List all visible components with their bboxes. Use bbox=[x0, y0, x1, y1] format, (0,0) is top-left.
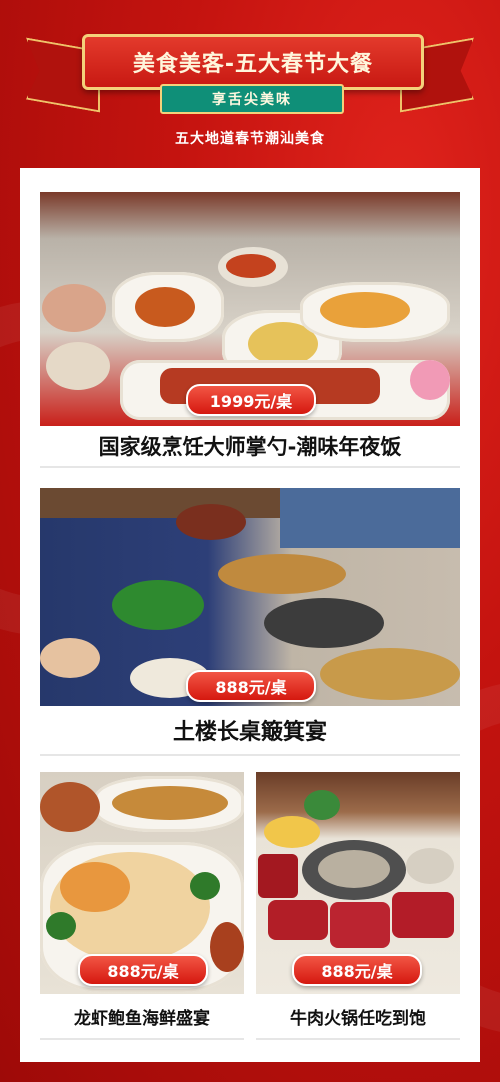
price-badge: 888元/桌 bbox=[186, 670, 316, 702]
banner-subtitle: 享舌尖美味 bbox=[212, 92, 292, 108]
price-text: 888元/桌 bbox=[107, 962, 179, 981]
price-badge: 888元/桌 bbox=[292, 954, 422, 986]
subtitle-ribbon: 享舌尖美味 bbox=[160, 84, 344, 114]
feast-title-bar: 土楼长桌簸箕宴 bbox=[40, 706, 460, 756]
header-banner: 美食美客-五大春节大餐 享舌尖美味 bbox=[20, 20, 480, 120]
price-text: 888元/桌 bbox=[321, 962, 393, 981]
price-badge: 888元/桌 bbox=[78, 954, 208, 986]
banner-title: 美食美客-五大春节大餐 bbox=[132, 52, 374, 77]
banner-caption: 五大地道春节潮汕美食 bbox=[175, 131, 325, 147]
feast-title: 龙虾鲍鱼海鲜盛宴 bbox=[74, 1008, 210, 1029]
feast-title: 国家级烹饪大师掌勺-潮味年夜饭 bbox=[98, 435, 402, 459]
feast-title-bar: 国家级烹饪大师掌勺-潮味年夜饭 bbox=[40, 426, 460, 468]
title-ribbon: 美食美客-五大春节大餐 bbox=[82, 34, 424, 90]
price-text: 888元/桌 bbox=[215, 678, 287, 697]
feast-title: 牛肉火锅任吃到饱 bbox=[290, 1008, 426, 1029]
feast-title-bar: 龙虾鲍鱼海鲜盛宴 bbox=[40, 994, 244, 1040]
promo-page: 美食美客-五大春节大餐 享舌尖美味 五大地道春节潮汕美食 1999元/桌 国家级… bbox=[0, 0, 500, 1082]
price-text: 1999元/桌 bbox=[209, 392, 293, 411]
menu-card: 1999元/桌 国家级烹饪大师掌勺-潮味年夜饭 888元/桌 土楼长桌簸箕宴 8… bbox=[20, 168, 480, 1062]
price-badge: 1999元/桌 bbox=[186, 384, 316, 416]
feast-title: 土楼长桌簸箕宴 bbox=[172, 720, 327, 745]
feast-title-bar: 牛肉火锅任吃到饱 bbox=[256, 994, 460, 1040]
